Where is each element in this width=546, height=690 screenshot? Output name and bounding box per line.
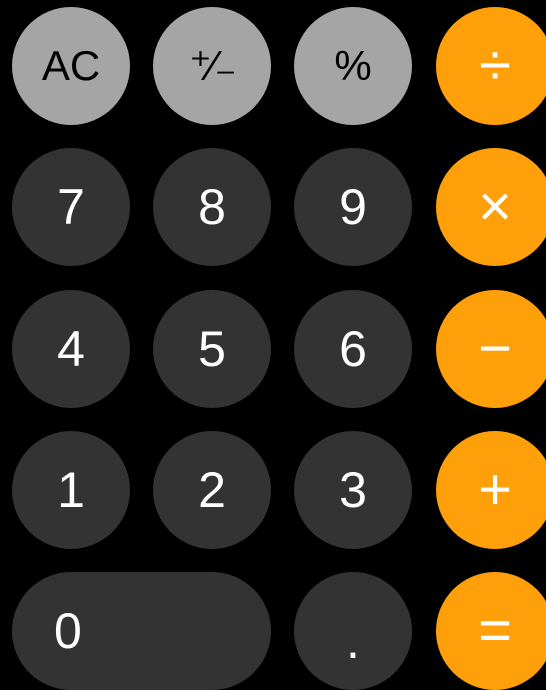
digit-9-label: 9 — [339, 179, 367, 235]
equals-button[interactable]: = — [436, 572, 546, 690]
digit-2-button[interactable]: 2 — [153, 431, 271, 549]
digit-0-label: 0 — [54, 603, 82, 659]
digit-0-button[interactable]: 0 — [12, 572, 271, 690]
multiply-button[interactable]: × — [436, 148, 546, 266]
digit-4-label: 4 — [57, 321, 85, 377]
digit-1-label: 1 — [57, 462, 85, 518]
percent-button[interactable]: % — [294, 7, 412, 125]
digit-3-label: 3 — [339, 462, 367, 518]
percent-label: % — [334, 42, 372, 89]
equals-label: = — [478, 598, 512, 663]
plus-label: + — [478, 457, 512, 522]
digit-2-label: 2 — [198, 462, 226, 518]
plus-button[interactable]: + — [436, 431, 546, 549]
plus-minus-label: ⁺∕₋ — [189, 42, 236, 89]
decimal-point-button[interactable]: . — [294, 572, 412, 690]
digit-3-button[interactable]: 3 — [294, 431, 412, 549]
digit-6-button[interactable]: 6 — [294, 290, 412, 408]
digit-9-button[interactable]: 9 — [294, 148, 412, 266]
digit-5-label: 5 — [198, 321, 226, 377]
digit-5-button[interactable]: 5 — [153, 290, 271, 408]
all-clear-button[interactable]: AC — [12, 7, 130, 125]
digit-8-label: 8 — [198, 179, 226, 235]
divide-label: ÷ — [479, 33, 511, 98]
digit-1-button[interactable]: 1 — [12, 431, 130, 549]
calculator-keypad: AC ⁺∕₋ % ÷ 7 8 9 × 4 5 6 − 1 2 3 + 0 . = — [0, 0, 546, 690]
digit-7-button[interactable]: 7 — [12, 148, 130, 266]
plus-minus-button[interactable]: ⁺∕₋ — [153, 7, 271, 125]
minus-label: − — [478, 316, 512, 381]
decimal-point-label: . — [346, 613, 360, 669]
minus-button[interactable]: − — [436, 290, 546, 408]
multiply-label: × — [478, 174, 512, 239]
all-clear-label: AC — [41, 42, 101, 89]
digit-4-button[interactable]: 4 — [12, 290, 130, 408]
digit-8-button[interactable]: 8 — [153, 148, 271, 266]
digit-7-label: 7 — [57, 179, 85, 235]
digit-6-label: 6 — [339, 321, 367, 377]
divide-button[interactable]: ÷ — [436, 7, 546, 125]
